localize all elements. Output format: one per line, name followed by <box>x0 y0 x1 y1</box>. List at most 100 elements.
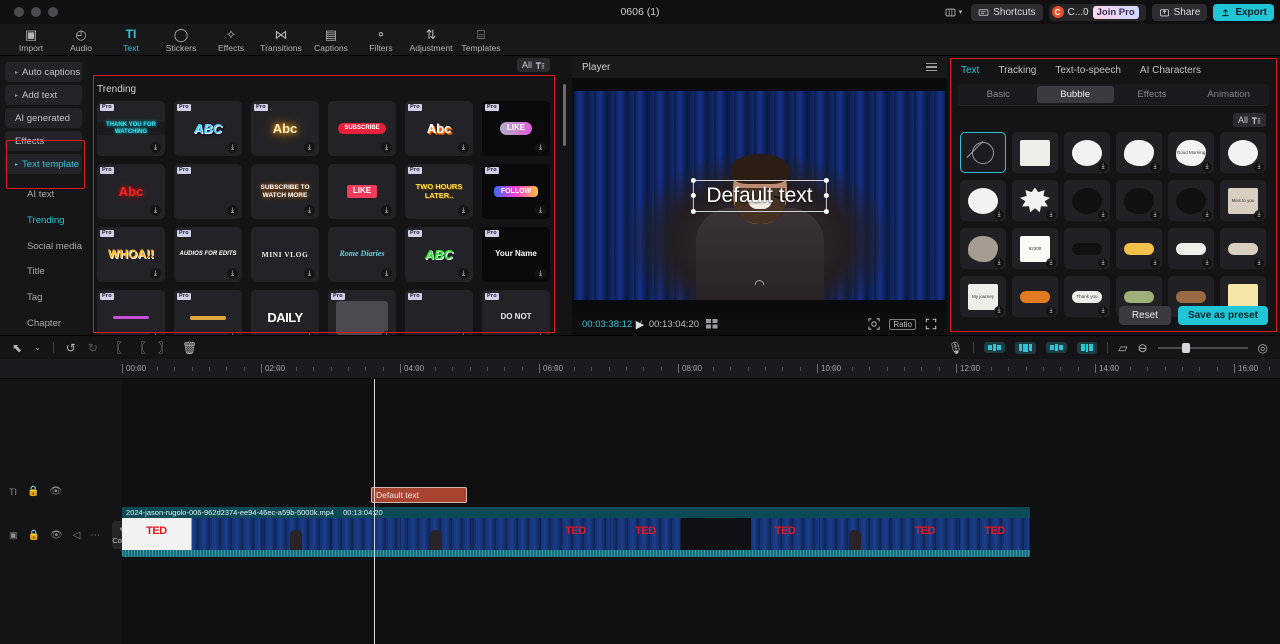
download-icon[interactable]: ⤓ <box>1046 210 1056 220</box>
download-icon[interactable]: ⤓ <box>1098 258 1108 268</box>
template-card[interactable]: SUBSCRIBE ⤓ <box>328 101 396 156</box>
download-icon[interactable]: ⤓ <box>535 268 546 279</box>
bubble-option[interactable]: ⤓ <box>1116 132 1162 173</box>
sidebar-item-ai-generated[interactable]: AI generated <box>5 108 82 128</box>
download-icon[interactable]: ⤓ <box>381 205 392 216</box>
segment-bubble[interactable]: Bubble <box>1036 86 1114 103</box>
bubble-option[interactable]: Thank you ⤓ <box>1064 276 1110 317</box>
minimize-window-button[interactable] <box>31 7 41 17</box>
split-view-icon[interactable] <box>706 319 719 329</box>
download-icon[interactable]: ⤓ <box>1098 210 1108 220</box>
resize-handle-tr[interactable] <box>823 177 829 183</box>
sidebar-item-add-text[interactable]: ▸ Add text <box>5 85 82 105</box>
tool-tab-transitions[interactable]: ⋈ Transitions <box>256 24 306 54</box>
bubble-option[interactable]: ⤓ <box>1220 228 1266 269</box>
download-icon[interactable]: ⤓ <box>994 306 1004 316</box>
keyframe-split-icon[interactable] <box>1077 341 1098 354</box>
bubble-option[interactable]: ¥2300 ⤓ <box>1012 228 1058 269</box>
download-icon[interactable]: ⤓ <box>535 205 546 216</box>
sidebar-subitem-tag[interactable]: Tag <box>5 286 82 309</box>
more-icon[interactable]: ⋯ <box>90 530 100 541</box>
split-icon[interactable]: 〖 <box>110 342 122 354</box>
download-icon[interactable]: ⤓ <box>227 142 238 153</box>
undo-icon[interactable]: ↺ <box>66 342 76 354</box>
template-card[interactable]: SUBSCRIBE TO WATCH MORE ⤓ <box>251 164 319 219</box>
snapshot-icon[interactable] <box>868 318 880 330</box>
download-icon[interactable]: ⤓ <box>227 331 238 335</box>
bubble-option[interactable]: ⤓ <box>960 228 1006 269</box>
download-icon[interactable]: ⤓ <box>1202 258 1212 268</box>
template-card[interactable]: Pro ⤓ <box>97 290 165 335</box>
redo-icon[interactable]: ↻ <box>88 342 98 354</box>
segment-animation[interactable]: Animation <box>1190 86 1267 103</box>
headphone-icon[interactable]: ◠ <box>754 277 764 291</box>
template-card[interactable]: Pro THANK YOU FOR WATCHING ⤓ <box>97 101 165 156</box>
share-button[interactable]: Share <box>1151 3 1208 21</box>
maximize-window-button[interactable] <box>48 7 58 17</box>
preview-render-icon[interactable]: ▱ <box>1118 342 1127 354</box>
sidebar-item-text-template[interactable]: ▸ Text template <box>5 154 82 174</box>
download-icon[interactable]: ⤓ <box>227 268 238 279</box>
window-controls[interactable] <box>6 7 58 17</box>
template-card[interactable]: Rome Diaries ⤓ <box>328 227 396 282</box>
trim-right-icon[interactable]: 〗 <box>158 342 170 354</box>
bubble-option[interactable] <box>960 132 1006 173</box>
download-icon[interactable]: ⤓ <box>304 331 315 335</box>
save-as-preset-button[interactable]: Save as preset <box>1177 306 1268 325</box>
template-card[interactable]: DAILY ⤓ <box>251 290 319 335</box>
template-card[interactable]: MINI VLOG ⤓ <box>251 227 319 282</box>
tool-tab-templates[interactable]: ⌸ Templates <box>456 24 506 54</box>
delete-icon[interactable]: 🗑 <box>182 342 197 354</box>
cursor-icon[interactable]: ⬉ <box>12 342 22 354</box>
template-card[interactable]: Pro WHOA!! ⤓ <box>97 227 165 282</box>
resize-handle-bl[interactable] <box>690 208 696 214</box>
template-card[interactable]: Pro AUDIOS FOR EDITS ⤓ <box>174 227 242 282</box>
bubble-option[interactable] <box>1012 132 1058 173</box>
download-icon[interactable]: ⤓ <box>458 268 469 279</box>
download-icon[interactable]: ⤓ <box>1046 258 1056 268</box>
download-icon[interactable]: ⤓ <box>381 331 392 335</box>
bubble-option[interactable]: ⤓ <box>960 180 1006 221</box>
lock-icon[interactable]: 🔒 <box>28 530 40 541</box>
sidebar-subitem-title[interactable]: Title <box>5 260 82 283</box>
template-card[interactable]: Pro ⤓ <box>328 290 396 335</box>
tool-tab-captions[interactable]: ▤ Captions <box>306 24 356 54</box>
resize-handle-mr[interactable] <box>823 193 829 198</box>
hamburger-icon[interactable] <box>926 62 937 72</box>
tool-tab-adjustment[interactable]: ⇅ Adjustment <box>406 24 456 54</box>
template-card[interactable]: Pro Your Name ⤓ <box>482 227 550 282</box>
bubble-option[interactable]: ⤓ <box>1116 180 1162 221</box>
inspector-tab-text-to-speech[interactable]: Text-to-speech <box>1055 65 1121 76</box>
mute-icon[interactable]: ◁ <box>73 530 81 541</box>
tool-tab-text[interactable]: TI Text <box>106 24 156 53</box>
bubble-option[interactable]: Good Morning ⤓ <box>1168 132 1214 173</box>
bubble-filter-button[interactable]: All <box>1232 113 1266 127</box>
timeline-ruler[interactable]: 00:00 02:00 04:00 06:00 08:00 10:00 12:00 14:00… <box>0 359 1280 379</box>
download-icon[interactable]: ⤓ <box>1150 162 1160 172</box>
download-icon[interactable]: ⤓ <box>458 205 469 216</box>
trim-left-icon[interactable]: 〖 <box>134 342 146 354</box>
sidebar-subitem-trending[interactable]: Trending <box>5 209 82 232</box>
download-icon[interactable]: ⤓ <box>1098 306 1108 316</box>
bubble-option[interactable]: ⤓ <box>1012 276 1058 317</box>
keyframe-left-icon[interactable] <box>984 342 1006 353</box>
bubble-option[interactable]: My journey ⤓ <box>960 276 1006 317</box>
keyframe-mid-icon[interactable] <box>1015 341 1037 354</box>
chevron-down-icon[interactable]: ⌄ <box>34 343 41 352</box>
play-icon[interactable]: ▶ <box>636 318 644 331</box>
template-card[interactable]: Pro Abc ⤓ <box>97 164 165 219</box>
download-icon[interactable]: ⤓ <box>381 142 392 153</box>
export-button[interactable]: Export <box>1213 3 1274 21</box>
player-stage[interactable]: Default text ◠ <box>572 78 947 313</box>
bubble-option[interactable]: ⤓ <box>1116 228 1162 269</box>
template-card[interactable]: LIKE ⤓ <box>328 164 396 219</box>
sidebar-subitem-ai-text[interactable]: AI text <box>5 183 82 206</box>
download-icon[interactable]: ⤓ <box>1254 162 1264 172</box>
shortcuts-button[interactable]: Shortcuts <box>971 3 1043 21</box>
template-card[interactable]: Pro TWO HOURS LATER.. ⤓ <box>405 164 473 219</box>
template-card[interactable]: Pro ⤓ <box>405 290 473 335</box>
download-icon[interactable]: ⤓ <box>458 142 469 153</box>
eye-icon[interactable]: 👁 <box>49 486 62 497</box>
bubble-option[interactable]: ⤓ <box>1220 132 1266 173</box>
zoom-out-icon[interactable]: ⊖ <box>1137 342 1147 354</box>
